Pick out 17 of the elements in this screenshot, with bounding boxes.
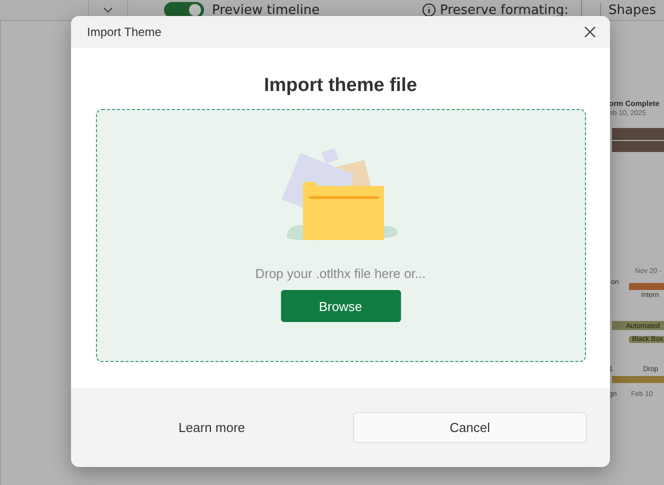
timeline-bar	[612, 376, 664, 383]
preserve-formatting-label: Preserve formating:	[440, 2, 569, 18]
cancel-button[interactable]: Cancel	[352, 412, 587, 443]
close-icon	[584, 26, 596, 38]
timeline-bar	[629, 283, 664, 290]
toggle-label: Preview timeline	[212, 2, 320, 18]
drop-zone[interactable]: Drop your .otlthx file here or... Browse	[96, 109, 586, 362]
dialog-title: Import Theme	[87, 25, 162, 39]
chevron-down-icon	[103, 7, 113, 13]
close-button[interactable]	[582, 24, 598, 40]
learn-more-link[interactable]: Learn more	[71, 420, 353, 435]
info-icon	[422, 3, 436, 17]
timeline-bar	[612, 128, 664, 140]
drop-hint: Drop your .otlthx file here or...	[255, 266, 426, 281]
browse-button[interactable]: Browse	[280, 290, 400, 322]
dialog-heading: Import theme file	[264, 75, 418, 98]
timeline-bar	[612, 141, 664, 152]
